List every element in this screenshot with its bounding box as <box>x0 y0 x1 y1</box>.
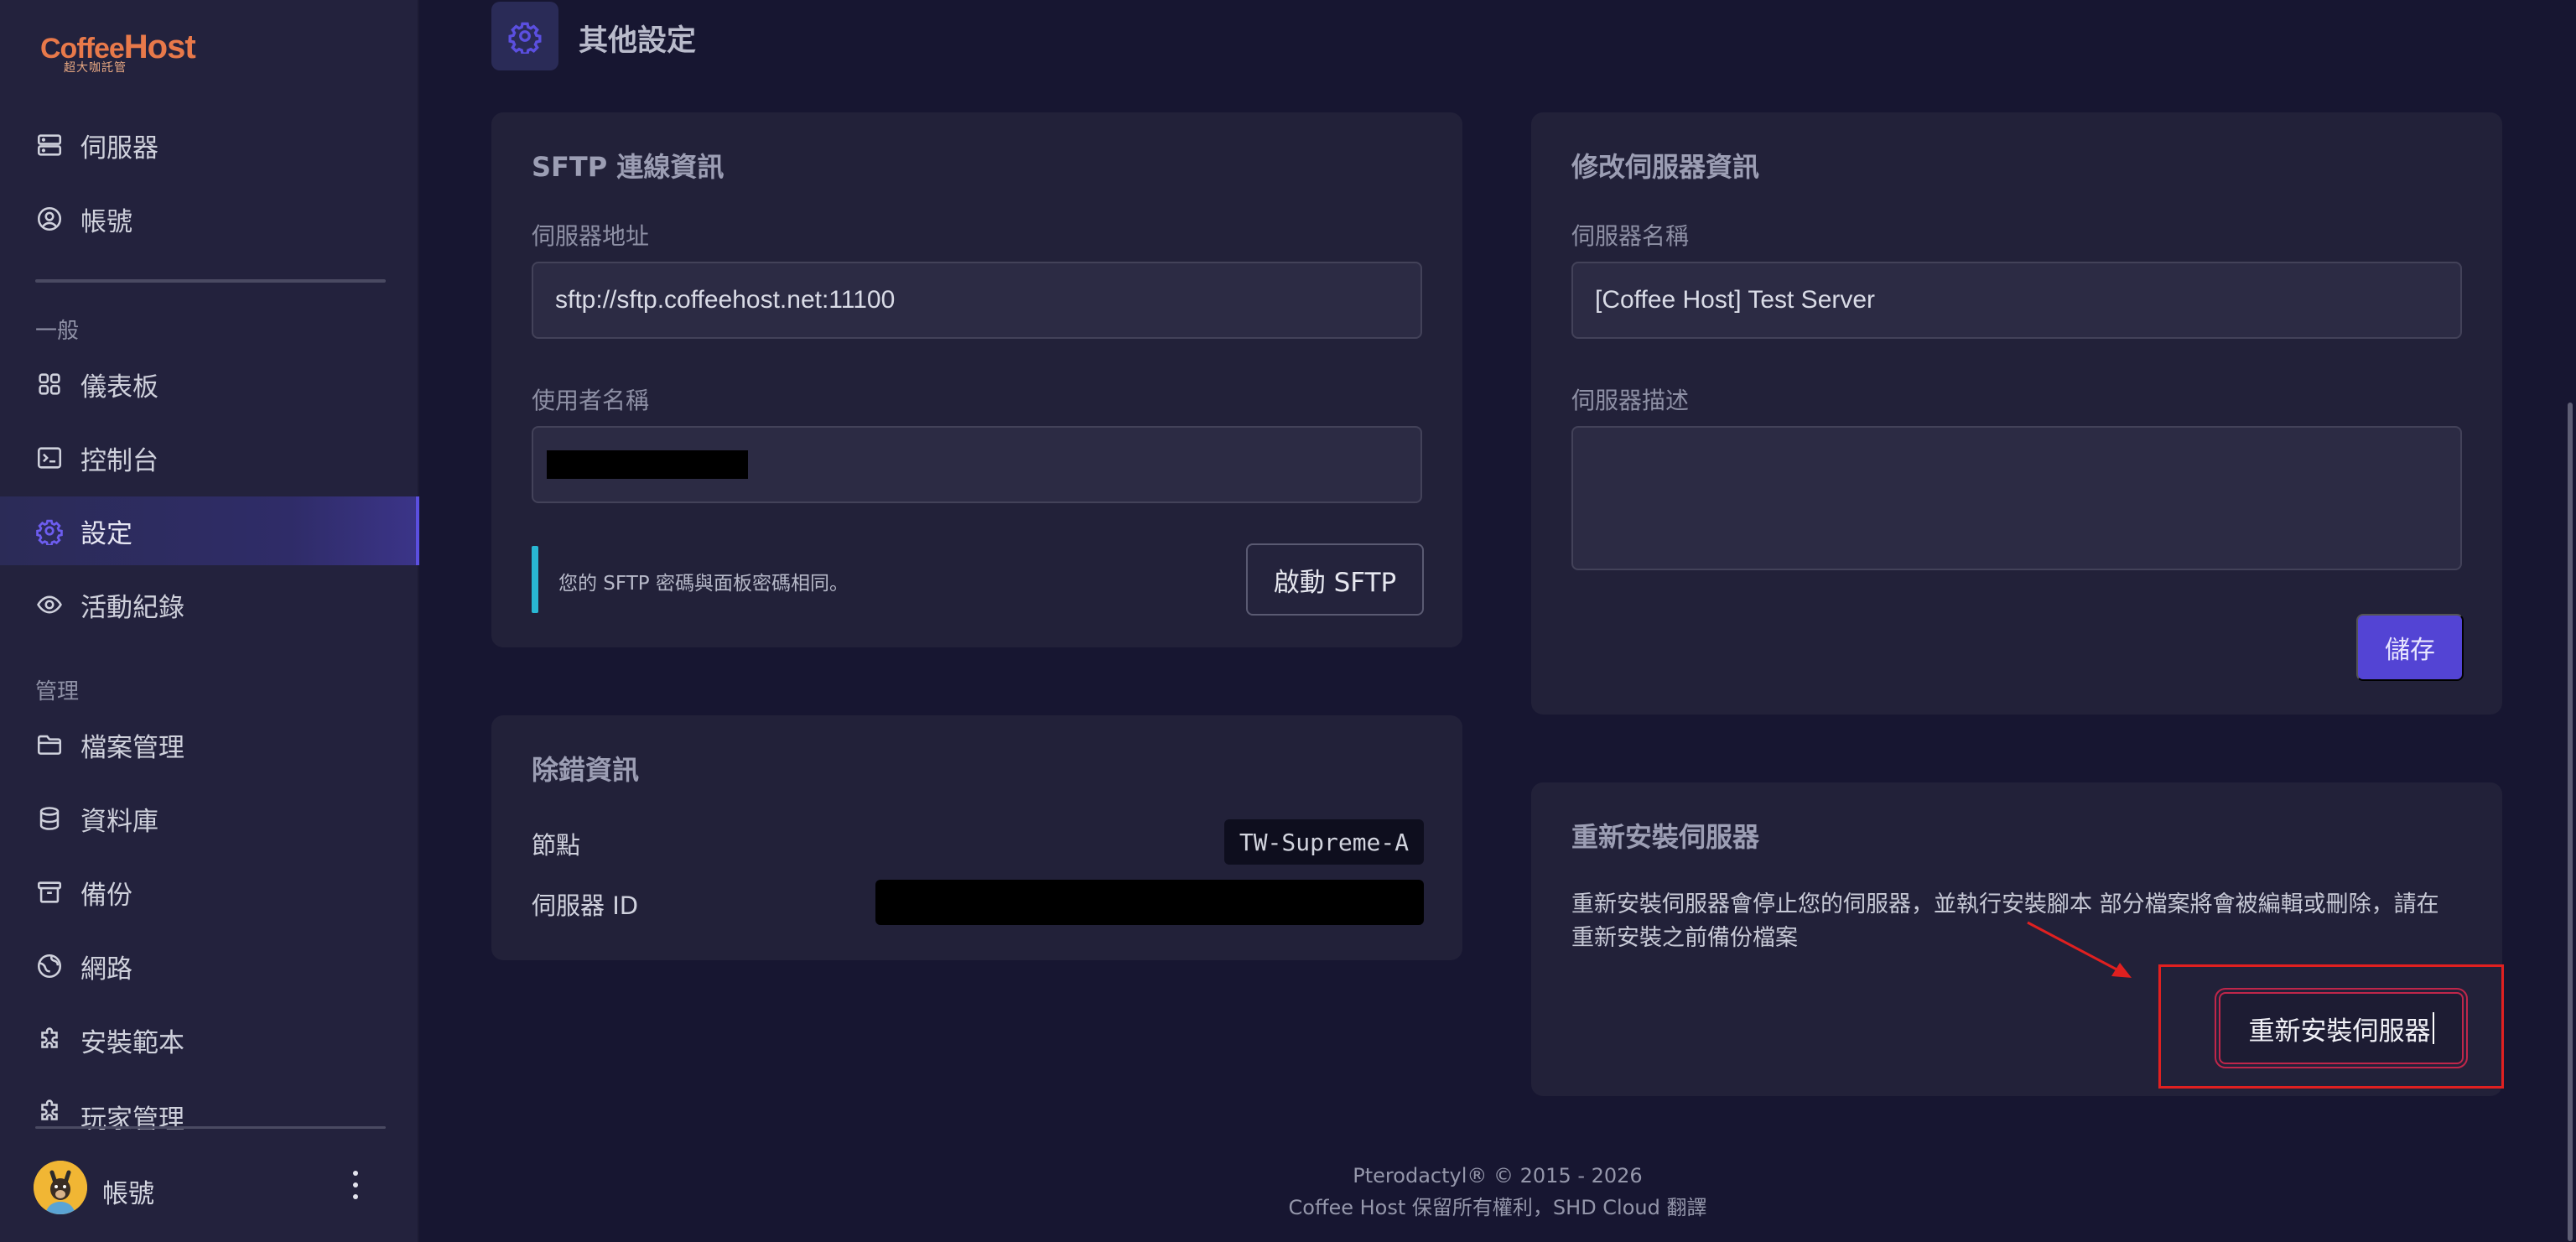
sidebar-item-settings[interactable]: 設定 <box>0 496 419 565</box>
sidebar-item-console[interactable]: 控制台 <box>0 424 419 492</box>
server-description-label: 伺服器描述 <box>1571 387 1690 414</box>
sidebar-item-label: 備份 <box>80 880 132 911</box>
puzzle-icon <box>41 1099 58 1120</box>
gear-icon <box>508 22 542 54</box>
sidebar-item-startup[interactable]: 安裝範本 <box>0 1006 419 1074</box>
reinstall-server-button[interactable]: 重新安裝伺服器 <box>2215 988 2468 1068</box>
account-menu[interactable]: 帳號 <box>0 1141 419 1242</box>
puzzle-icon <box>41 1027 58 1048</box>
server-description-textarea[interactable] <box>1571 426 2462 570</box>
server-address-field[interactable]: sftp://sftp.coffeehost.net:11100 <box>532 262 1422 339</box>
debug-card: 除錯資訊 節點 TW-Supreme-A 伺服器 ID <box>491 715 1462 960</box>
sidebar-item-label: 安裝範本 <box>80 1027 184 1058</box>
sftp-card: SFTP 連線資訊 伺服器地址 sftp://sftp.coffeehost.n… <box>491 112 1462 647</box>
settings-page-icon <box>491 2 558 70</box>
sidebar-item-files[interactable]: 檔案管理 <box>0 710 419 779</box>
sidebar-item-label: 網路 <box>80 954 132 985</box>
terminal-icon <box>37 447 62 469</box>
sidebar-item-players[interactable]: 玩家管理 <box>0 1079 419 1130</box>
node-label: 節點 <box>532 831 581 860</box>
page-title: 其他設定 <box>579 24 697 58</box>
server-icon <box>37 134 62 156</box>
annotation-arrow-icon <box>2027 921 2132 978</box>
sidebar-item-network[interactable]: 網路 <box>0 932 419 1000</box>
reinstall-button-label: 重新安裝伺服器 <box>2248 1016 2431 1046</box>
more-vertical-icon[interactable] <box>347 1171 364 1204</box>
server-id-label: 伺服器 ID <box>532 891 639 920</box>
sidebar-item-label: 設定 <box>80 518 132 549</box>
avatar[interactable] <box>34 1161 87 1214</box>
page-scrollbar[interactable] <box>2568 403 2573 1241</box>
section-title-manage: 管理 <box>35 679 80 704</box>
server-name-label: 伺服器名稱 <box>1571 222 1690 250</box>
user-circle-icon <box>37 206 62 231</box>
sidebar-item-databases[interactable]: 資料庫 <box>0 784 419 853</box>
account-label: 帳號 <box>102 1179 154 1209</box>
footer-credits: Coffee Host 保留所有權利，SHD Cloud 翻譯 <box>1288 1196 1707 1219</box>
node-value: TW-Supreme-A <box>1224 819 1424 865</box>
card-title: 修改伺服器資訊 <box>1571 151 1760 183</box>
card-title: SFTP 連線資訊 <box>532 151 724 183</box>
sidebar-item-servers[interactable]: 伺服器 <box>0 111 419 179</box>
coffeehost-logo[interactable]: CoffeeHost 超大咖託管 <box>40 29 208 79</box>
server-id-value-redacted <box>875 880 1424 925</box>
reinstall-description: 重新安裝伺服器會停止您的伺服器，並執行安裝腳本 部分檔案將會被編輯或刪除，請在重… <box>1571 891 2439 951</box>
globe-icon <box>37 954 62 979</box>
server-name-input[interactable]: [Coffee Host] Test Server <box>1571 262 2462 339</box>
sidebar-item-activity[interactable]: 活動紀錄 <box>0 570 419 639</box>
launch-sftp-button[interactable]: 啟動 SFTP <box>1246 543 1424 616</box>
username-label: 使用者名稱 <box>532 387 650 414</box>
text-cursor <box>2432 1012 2434 1044</box>
sidebar-item-label: 玩家管理 <box>80 1104 184 1130</box>
footer-copyright: Pterodactyl® © 2015 - 2026 <box>1353 1164 1643 1187</box>
section-title-general: 一般 <box>35 319 80 344</box>
sidebar-item-label: 帳號 <box>80 206 132 237</box>
redacted-username <box>547 450 748 479</box>
sftp-password-note: 您的 SFTP 密碼與面板密碼相同。 <box>558 573 849 595</box>
edit-server-card: 修改伺服器資訊 伺服器名稱 [Coffee Host] Test Server … <box>1531 112 2502 715</box>
sidebar-item-label: 伺服器 <box>80 133 158 164</box>
info-accent-bar <box>532 546 538 613</box>
sidebar-divider <box>35 1126 386 1129</box>
sidebar-divider <box>35 279 386 283</box>
username-field[interactable] <box>532 426 1422 503</box>
sidebar-item-label: 檔案管理 <box>80 732 184 763</box>
gear-icon <box>36 519 63 545</box>
sidebar-item-backups[interactable]: 備份 <box>0 858 419 927</box>
sidebar-item-label: 活動紀錄 <box>80 592 184 623</box>
folder-icon <box>37 735 62 755</box>
server-address-label: 伺服器地址 <box>532 222 650 250</box>
archive-icon <box>37 881 62 903</box>
grid-icon <box>39 373 60 395</box>
card-title: 除錯資訊 <box>532 754 640 786</box>
sidebar-item-label: 資料庫 <box>80 806 158 837</box>
sidebar-item-account[interactable]: 帳號 <box>0 184 419 253</box>
sidebar-item-label: 控制台 <box>80 445 158 476</box>
avatar-dog-icon <box>34 1161 87 1214</box>
card-title: 重新安裝伺服器 <box>1571 821 1760 853</box>
sidebar-item-label: 儀表板 <box>80 372 158 403</box>
sidebar-item-dashboard[interactable]: 儀表板 <box>0 350 419 418</box>
eye-icon <box>37 595 62 614</box>
save-button[interactable]: 儲存 <box>2356 614 2464 681</box>
database-icon <box>39 807 60 830</box>
sidebar: CoffeeHost 超大咖託管 伺服器 帳號 一般 儀表板 控制台 設定 活動… <box>0 0 419 1242</box>
